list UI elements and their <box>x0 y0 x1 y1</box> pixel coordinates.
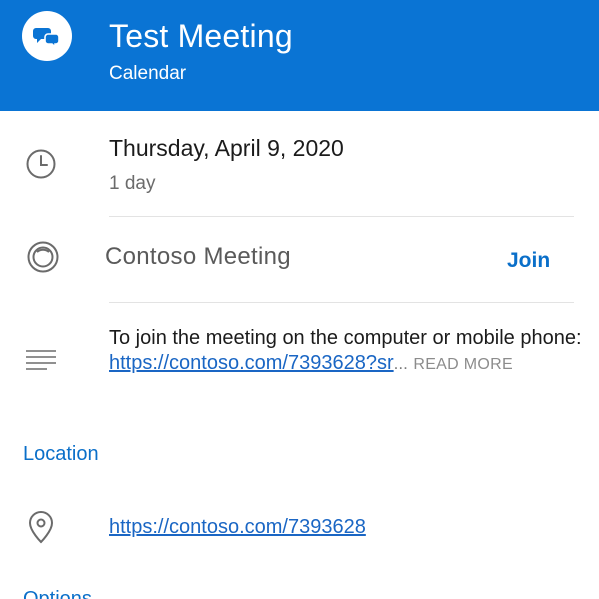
location-pin-icon <box>26 509 56 545</box>
page-title: Test Meeting <box>109 18 293 54</box>
online-meeting-icon <box>26 240 60 274</box>
event-date: Thursday, April 9, 2020 <box>109 135 344 161</box>
event-duration: 1 day <box>109 173 156 194</box>
location-link[interactable]: https://contoso.com/7393628 <box>109 516 366 539</box>
description-link[interactable]: https://contoso.com/7393628?sr <box>109 352 394 374</box>
divider <box>109 216 574 217</box>
location-heading: Location <box>23 443 99 465</box>
meeting-name: Contoso Meeting <box>105 243 291 270</box>
read-more-link[interactable]: READ MORE <box>413 356 513 373</box>
divider <box>109 302 574 303</box>
description-ellipsis: ... <box>393 354 408 373</box>
event-description: To join the meeting on the computer or m… <box>109 326 584 377</box>
description-text: To join the meeting on the computer or m… <box>109 327 582 349</box>
header-bar: Test Meeting Calendar <box>0 0 599 111</box>
join-button[interactable]: Join <box>507 249 550 273</box>
description-lines-icon <box>25 347 57 371</box>
options-heading: Options <box>23 588 92 599</box>
clock-icon <box>24 147 58 181</box>
calendar-label: Calendar <box>109 63 187 84</box>
chat-bubbles-icon <box>22 11 72 61</box>
